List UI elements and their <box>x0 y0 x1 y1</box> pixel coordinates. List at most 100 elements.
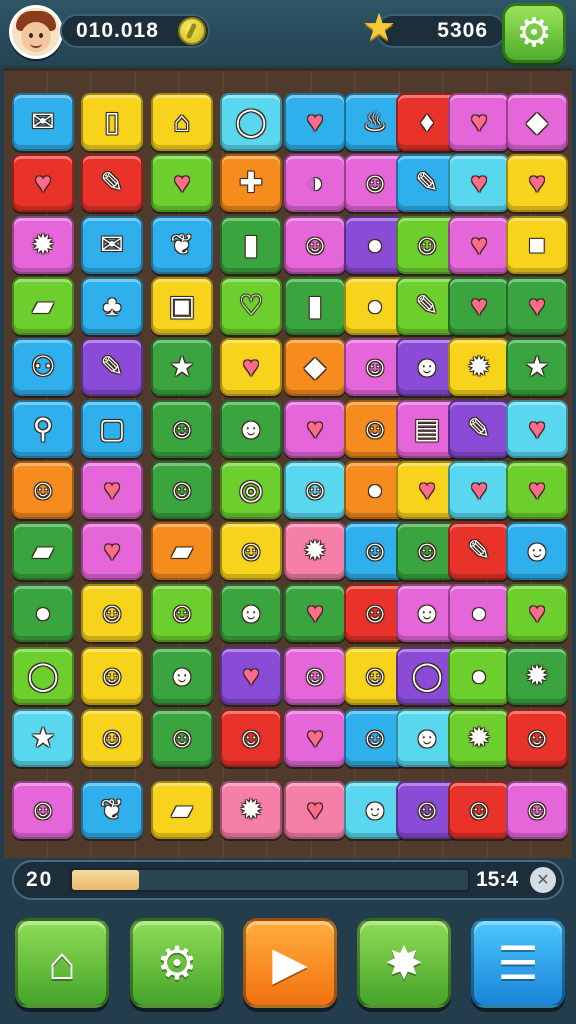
tile-icon: ⌂ <box>173 106 191 137</box>
star-value: 5306 <box>437 19 488 42</box>
tile-r10-c5[interactable]: ☺ <box>284 647 346 705</box>
tile-r1-c4[interactable]: ◯ <box>220 93 282 151</box>
tile-icon: ● <box>366 290 384 321</box>
tile-r8-c1[interactable]: ▰ <box>12 522 74 580</box>
tile-r11-c9[interactable]: ☺ <box>506 709 568 767</box>
tile-r2-c3[interactable]: ♥ <box>151 154 213 212</box>
tile-r11-c5[interactable]: ♥ <box>284 709 346 767</box>
tile-r12-c1[interactable]: ☺ <box>12 781 74 839</box>
player-avatar[interactable] <box>9 5 63 59</box>
tile-r2-c2[interactable]: ✎ <box>81 154 143 212</box>
tile-r11-c1[interactable]: ★ <box>12 709 74 767</box>
tile-r6-c8[interactable]: ✎ <box>448 400 510 458</box>
tile-r5-c4[interactable]: ♥ <box>220 338 282 396</box>
tile-r6-c2[interactable]: ▢ <box>81 400 143 458</box>
tile-r6-c9[interactable]: ♥ <box>506 400 568 458</box>
tile-r1-c8[interactable]: ♥ <box>448 93 510 151</box>
tile-r11-c2[interactable]: ☺ <box>81 709 143 767</box>
tile-r9-c9[interactable]: ♥ <box>506 584 568 642</box>
tile-r8-c2[interactable]: ♥ <box>81 522 143 580</box>
tile-r11-c4[interactable]: ☺ <box>220 709 282 767</box>
tile-r12-c5[interactable]: ♥ <box>284 781 346 839</box>
tile-r2-c4[interactable]: ✚ <box>220 154 282 212</box>
tile-r8-c3[interactable]: ▰ <box>151 522 213 580</box>
tile-r4-c2[interactable]: ♣ <box>81 277 143 335</box>
settings-button[interactable]: ⚙ <box>130 918 224 1008</box>
tile-r3-c2[interactable]: ✉ <box>81 216 143 274</box>
tile-r4-c5[interactable]: ▮ <box>284 277 346 335</box>
tile-r11-c3[interactable]: ☺ <box>151 709 213 767</box>
progress-track <box>70 868 470 892</box>
tile-icon: ☺ <box>360 413 390 444</box>
play-button[interactable]: ▶ <box>243 918 337 1008</box>
tile-r7-c3[interactable]: ☺ <box>151 461 213 519</box>
settings-gear-button[interactable]: ⚙ <box>502 3 566 63</box>
tile-r5-c3[interactable]: ★ <box>151 338 213 396</box>
tile-r12-c2[interactable]: ❦ <box>81 781 143 839</box>
tile-r12-c3[interactable]: ▰ <box>151 781 213 839</box>
tile-r12-c4[interactable]: ✹ <box>220 781 282 839</box>
tile-r3-c8[interactable]: ♥ <box>448 216 510 274</box>
tile-r1-c2[interactable]: ▯ <box>81 93 143 151</box>
tile-r5-c5[interactable]: ◆ <box>284 338 346 396</box>
tile-r8-c5[interactable]: ✹ <box>284 522 346 580</box>
tile-r7-c2[interactable]: ♥ <box>81 461 143 519</box>
tile-r3-c1[interactable]: ✹ <box>12 216 74 274</box>
tile-r8-c8[interactable]: ✎ <box>448 522 510 580</box>
tile-r5-c8[interactable]: ✹ <box>448 338 510 396</box>
tile-icon: ☺ <box>167 413 197 444</box>
tile-r3-c4[interactable]: ▮ <box>220 216 282 274</box>
tile-r2-c5[interactable]: ◑ <box>284 154 346 212</box>
tile-icon: ⚲ <box>32 413 54 444</box>
tile-r5-c2[interactable]: ✎ <box>81 338 143 396</box>
tile-r10-c2[interactable]: ☺ <box>81 647 143 705</box>
tile-r8-c9[interactable]: ☻ <box>506 522 568 580</box>
tile-r9-c3[interactable]: ☺ <box>151 584 213 642</box>
tile-r9-c4[interactable]: ☻ <box>220 584 282 642</box>
tile-r7-c9[interactable]: ♥ <box>506 461 568 519</box>
tile-r1-c5[interactable]: ♥ <box>284 93 346 151</box>
tile-r4-c1[interactable]: ▰ <box>12 277 74 335</box>
tile-r12-c8[interactable]: ☺ <box>448 781 510 839</box>
tile-r1-c1[interactable]: ✉ <box>12 93 74 151</box>
home-button[interactable]: ⌂ <box>15 918 109 1008</box>
tile-r6-c5[interactable]: ♥ <box>284 400 346 458</box>
tile-r10-c4[interactable]: ♥ <box>220 647 282 705</box>
tile-r2-c1[interactable]: ♥ <box>12 154 74 212</box>
tile-r1-c9[interactable]: ◆ <box>506 93 568 151</box>
tile-r7-c5[interactable]: ☺ <box>284 461 346 519</box>
menu-button[interactable]: ☰ <box>471 918 565 1008</box>
tile-r10-c1[interactable]: ◯ <box>12 647 74 705</box>
tile-r4-c8[interactable]: ♥ <box>448 277 510 335</box>
tile-r3-c3[interactable]: ❦ <box>151 216 213 274</box>
tile-r9-c5[interactable]: ♥ <box>284 584 346 642</box>
tile-r3-c5[interactable]: ☺ <box>284 216 346 274</box>
tile-r9-c8[interactable]: ● <box>448 584 510 642</box>
tile-r7-c4[interactable]: ◎ <box>220 461 282 519</box>
tile-r5-c1[interactable]: ⚇ <box>12 338 74 396</box>
tile-r6-c4[interactable]: ☻ <box>220 400 282 458</box>
tile-r2-c9[interactable]: ♥ <box>506 154 568 212</box>
tile-r11-c8[interactable]: ✹ <box>448 709 510 767</box>
close-button[interactable]: ✕ <box>530 867 556 893</box>
power-button[interactable]: ✸ <box>357 918 451 1008</box>
tile-r4-c3[interactable]: ▣ <box>151 277 213 335</box>
tile-r7-c1[interactable]: ☺ <box>12 461 74 519</box>
tile-r8-c4[interactable]: ☺ <box>220 522 282 580</box>
tile-icon: ❦ <box>100 794 124 825</box>
tile-r7-c8[interactable]: ♥ <box>448 461 510 519</box>
tile-r1-c3[interactable]: ⌂ <box>151 93 213 151</box>
tile-r10-c9[interactable]: ✹ <box>506 647 568 705</box>
tile-r10-c3[interactable]: ☻ <box>151 647 213 705</box>
tile-r12-c9[interactable]: ☺ <box>506 781 568 839</box>
tile-r4-c4[interactable]: ♡ <box>220 277 282 335</box>
tile-r10-c8[interactable]: ● <box>448 647 510 705</box>
tile-r5-c9[interactable]: ★ <box>506 338 568 396</box>
tile-r3-c9[interactable]: ■ <box>506 216 568 274</box>
tile-r9-c1[interactable]: ● <box>12 584 74 642</box>
tile-r9-c2[interactable]: ☺ <box>81 584 143 642</box>
tile-r6-c1[interactable]: ⚲ <box>12 400 74 458</box>
tile-r2-c8[interactable]: ♥ <box>448 154 510 212</box>
tile-r4-c9[interactable]: ♥ <box>506 277 568 335</box>
tile-r6-c3[interactable]: ☺ <box>151 400 213 458</box>
